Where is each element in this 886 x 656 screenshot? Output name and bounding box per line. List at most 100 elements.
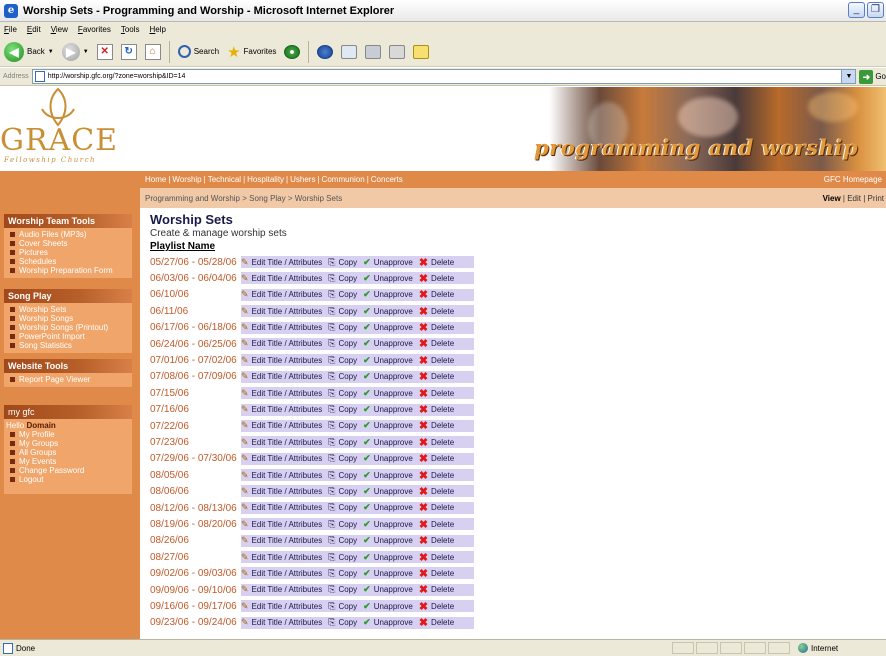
- nav-link-worship[interactable]: Worship: [172, 175, 201, 184]
- playlist-name-link[interactable]: 07/16/06: [150, 404, 243, 415]
- copy-button[interactable]: ⎘ Copy: [328, 601, 357, 612]
- playlist-name-link[interactable]: 09/02/06 - 09/03/06: [150, 568, 243, 579]
- delete-button[interactable]: ✖ Delete: [419, 321, 454, 334]
- menu-tools[interactable]: Tools: [121, 25, 140, 34]
- breadcrumb-item[interactable]: Programming and Worship: [145, 194, 240, 203]
- unapprove-button[interactable]: ✔ Unapprove: [363, 420, 413, 431]
- stop-button[interactable]: ✕: [95, 40, 115, 64]
- unapprove-button[interactable]: ✔ Unapprove: [363, 355, 413, 366]
- edit-title-attributes-button[interactable]: ✎ Edit Title / Attributes: [241, 404, 322, 415]
- edit-title-attributes-button[interactable]: ✎ Edit Title / Attributes: [241, 257, 322, 268]
- playlist-name-link[interactable]: 08/26/06: [150, 535, 243, 546]
- unapprove-button[interactable]: ✔ Unapprove: [363, 371, 413, 382]
- delete-button[interactable]: ✖ Delete: [419, 305, 454, 318]
- unapprove-button[interactable]: ✔ Unapprove: [363, 338, 413, 349]
- edit-title-attributes-button[interactable]: ✎ Edit Title / Attributes: [241, 437, 322, 448]
- copy-button[interactable]: ⎘ Copy: [328, 568, 357, 579]
- sidebar-item-worship-preparation-form[interactable]: Worship Preparation Form: [10, 266, 132, 275]
- playlist-name-link[interactable]: 07/22/06: [150, 421, 243, 432]
- view-link[interactable]: View: [823, 194, 841, 203]
- back-button[interactable]: ◀ Back ▼: [2, 40, 56, 64]
- unapprove-button[interactable]: ✔ Unapprove: [363, 453, 413, 464]
- unapprove-button[interactable]: ✔ Unapprove: [363, 617, 413, 628]
- unapprove-button[interactable]: ✔ Unapprove: [363, 552, 413, 563]
- sidebar-item-my-profile[interactable]: My Profile: [10, 430, 132, 439]
- edit-title-attributes-button[interactable]: ✎ Edit Title / Attributes: [241, 388, 322, 399]
- nav-link-communion[interactable]: Communion: [322, 175, 365, 184]
- copy-button[interactable]: ⎘ Copy: [328, 502, 357, 513]
- notes-button[interactable]: [411, 40, 431, 64]
- delete-button[interactable]: ✖ Delete: [419, 354, 454, 367]
- menu-view[interactable]: View: [51, 25, 68, 34]
- copy-button[interactable]: ⎘ Copy: [328, 420, 357, 431]
- edit-title-attributes-button[interactable]: ✎ Edit Title / Attributes: [241, 486, 322, 497]
- delete-button[interactable]: ✖ Delete: [419, 403, 454, 416]
- edit-title-attributes-button[interactable]: ✎ Edit Title / Attributes: [241, 601, 322, 612]
- sidebar-item-powerpoint-import[interactable]: PowerPoint Import: [10, 332, 132, 341]
- playlist-name-link[interactable]: 09/23/06 - 09/24/06: [150, 617, 243, 628]
- delete-button[interactable]: ✖ Delete: [419, 337, 454, 350]
- copy-button[interactable]: ⎘ Copy: [328, 322, 357, 333]
- grace-logo[interactable]: GRACE Fellowship Church: [0, 87, 145, 171]
- unapprove-button[interactable]: ✔ Unapprove: [363, 257, 413, 268]
- sidebar-item-change-password[interactable]: Change Password: [10, 466, 132, 475]
- nav-link-technical[interactable]: Technical: [208, 175, 241, 184]
- delete-button[interactable]: ✖ Delete: [419, 600, 454, 613]
- delete-button[interactable]: ✖ Delete: [419, 469, 454, 482]
- playlist-name-link[interactable]: 06/17/06 - 06/18/06: [150, 322, 243, 333]
- unapprove-button[interactable]: ✔ Unapprove: [363, 535, 413, 546]
- sidebar-item-report-page-viewer[interactable]: Report Page Viewer: [10, 375, 132, 384]
- delete-button[interactable]: ✖ Delete: [419, 501, 454, 514]
- delete-button[interactable]: ✖ Delete: [419, 256, 454, 269]
- delete-button[interactable]: ✖ Delete: [419, 583, 454, 596]
- playlist-name-link[interactable]: 07/01/06 - 07/02/06: [150, 355, 243, 366]
- edit-title-attributes-button[interactable]: ✎ Edit Title / Attributes: [241, 584, 322, 595]
- playlist-name-link[interactable]: 08/05/06: [150, 470, 243, 481]
- unapprove-button[interactable]: ✔ Unapprove: [363, 273, 413, 284]
- nav-link-ushers[interactable]: Ushers: [290, 175, 315, 184]
- playlist-name-link[interactable]: 07/23/06: [150, 437, 243, 448]
- edit-title-attributes-button[interactable]: ✎ Edit Title / Attributes: [241, 273, 322, 284]
- forward-button[interactable]: ▶ ▼: [60, 40, 91, 64]
- playlist-name-link[interactable]: 06/24/06 - 06/25/06: [150, 339, 243, 350]
- search-button[interactable]: Search: [176, 40, 221, 64]
- copy-button[interactable]: ⎘ Copy: [328, 535, 357, 546]
- playlist-name-column-header[interactable]: Playlist Name: [150, 241, 850, 254]
- delete-button[interactable]: ✖ Delete: [419, 387, 454, 400]
- copy-button[interactable]: ⎘ Copy: [328, 404, 357, 415]
- playlist-name-link[interactable]: 07/15/06: [150, 388, 243, 399]
- unapprove-button[interactable]: ✔ Unapprove: [363, 404, 413, 415]
- edit-title-attributes-button[interactable]: ✎ Edit Title / Attributes: [241, 552, 322, 563]
- delete-button[interactable]: ✖ Delete: [419, 272, 454, 285]
- edit-title-attributes-button[interactable]: ✎ Edit Title / Attributes: [241, 617, 322, 628]
- address-dropdown-button[interactable]: ▼: [841, 70, 856, 83]
- mail-button[interactable]: [339, 40, 359, 64]
- playlist-name-link[interactable]: 06/10/06: [150, 289, 243, 300]
- unapprove-button[interactable]: ✔ Unapprove: [363, 388, 413, 399]
- copy-button[interactable]: ⎘ Copy: [328, 371, 357, 382]
- sidebar-item-worship-songs-printout[interactable]: Worship Songs (Printout): [10, 323, 132, 332]
- copy-button[interactable]: ⎘ Copy: [328, 486, 357, 497]
- playlist-name-link[interactable]: 09/09/06 - 09/10/06: [150, 585, 243, 596]
- unapprove-button[interactable]: ✔ Unapprove: [363, 306, 413, 317]
- delete-button[interactable]: ✖ Delete: [419, 518, 454, 531]
- sidebar-item-logout[interactable]: Logout: [10, 475, 132, 484]
- sidebar-item-my-events[interactable]: My Events: [10, 457, 132, 466]
- history-button[interactable]: [315, 40, 335, 64]
- delete-button[interactable]: ✖ Delete: [419, 288, 454, 301]
- edit-title-attributes-button[interactable]: ✎ Edit Title / Attributes: [241, 306, 322, 317]
- copy-button[interactable]: ⎘ Copy: [328, 453, 357, 464]
- playlist-name-link[interactable]: 08/06/06: [150, 486, 243, 497]
- playlist-name-link[interactable]: 06/11/06: [150, 306, 243, 317]
- copy-button[interactable]: ⎘ Copy: [328, 355, 357, 366]
- playlist-name-link[interactable]: 07/08/06 - 07/09/06: [150, 371, 243, 382]
- sidebar-item-worship-songs[interactable]: Worship Songs: [10, 314, 132, 323]
- copy-button[interactable]: ⎘ Copy: [328, 289, 357, 300]
- print-link[interactable]: Print: [868, 194, 884, 203]
- menu-help[interactable]: Help: [150, 25, 166, 34]
- edit-title-attributes-button[interactable]: ✎ Edit Title / Attributes: [241, 502, 322, 513]
- sidebar-item-audio-files[interactable]: Audio Files (MP3s): [10, 230, 132, 239]
- sidebar-item-all-groups[interactable]: All Groups: [10, 448, 132, 457]
- unapprove-button[interactable]: ✔ Unapprove: [363, 601, 413, 612]
- playlist-name-link[interactable]: 08/19/06 - 08/20/06: [150, 519, 243, 530]
